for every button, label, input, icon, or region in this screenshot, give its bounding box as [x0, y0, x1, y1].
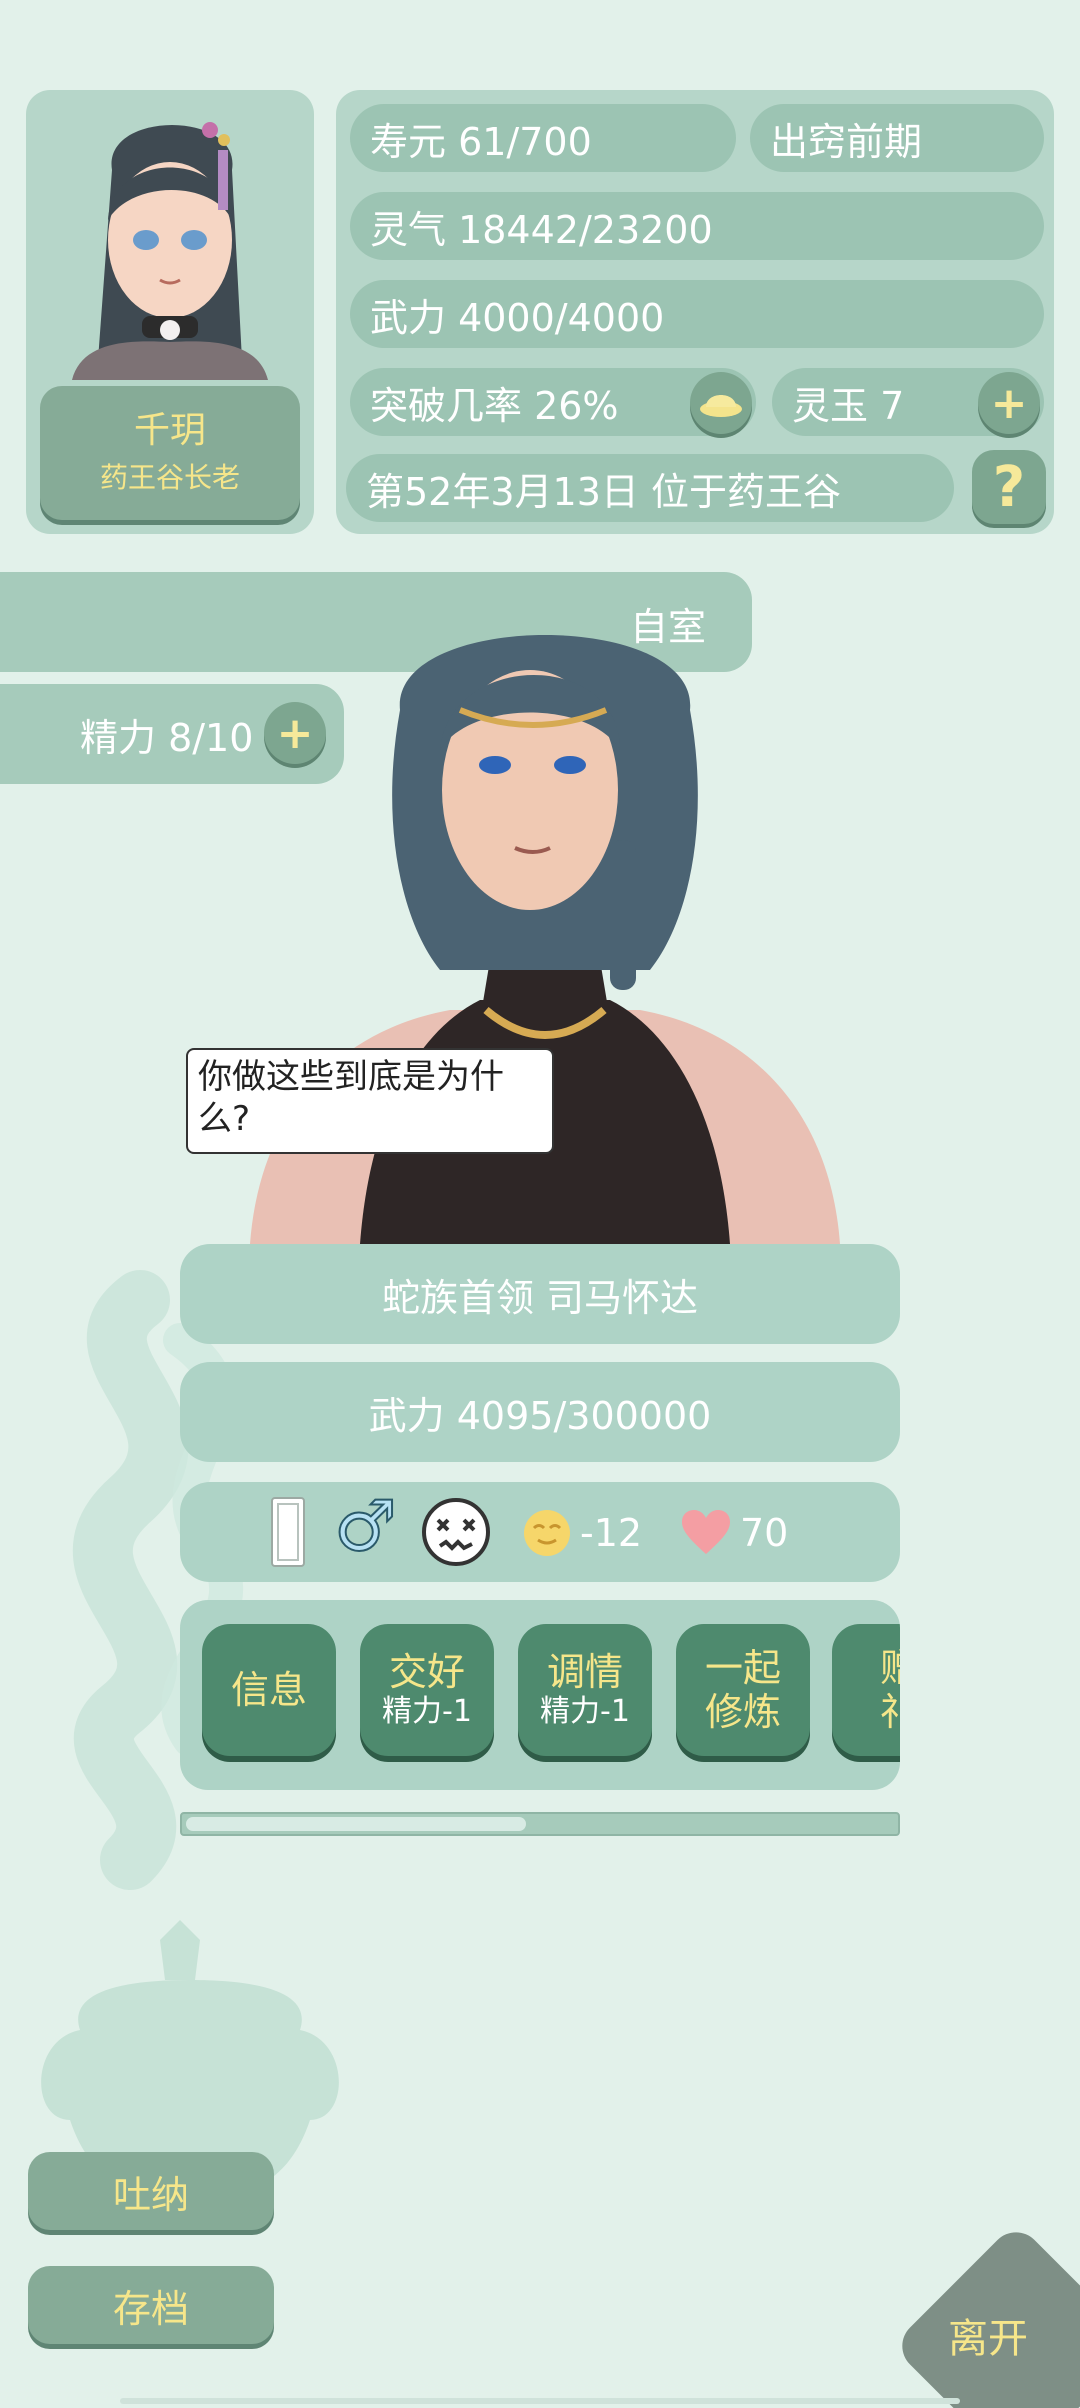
location-label: 自室 [630, 605, 707, 649]
befriend-cost: 精力-1 [382, 1694, 472, 1729]
flirt-cost: 精力-1 [540, 1694, 630, 1729]
help-icon: ? [992, 454, 1026, 520]
info-label: 信息 [230, 1668, 307, 1712]
npc-name-plate: 蛇族首领 司马怀达 [180, 1244, 900, 1344]
actions-scrollbar[interactable] [180, 1812, 900, 1836]
player-card: 千玥 药王谷长老 [26, 90, 314, 534]
flirt-label: 调情 [546, 1650, 623, 1694]
player-title: 药王谷长老 [99, 461, 240, 494]
dialogue-text: 你做这些到底是为什么? [198, 1057, 504, 1139]
gift-button[interactable]: 赠 礼 [832, 1624, 900, 1756]
leave-button[interactable]: 离开 [900, 2230, 1080, 2408]
breakthrough-label: 突破几率 26% [370, 383, 619, 428]
dialogue-bubble: 你做这些到底是为什么? [186, 1048, 554, 1154]
cultivate-together-button[interactable]: 一起 修炼 [676, 1624, 810, 1756]
cultivate-label-1: 一起 [704, 1646, 781, 1690]
add-energy-button[interactable]: + [264, 702, 326, 764]
jade-label: 灵玉 7 [792, 383, 905, 428]
player-avatar [72, 122, 268, 380]
help-button[interactable]: ? [972, 450, 1046, 524]
talisman-icon [271, 1497, 305, 1567]
pill-icon [700, 395, 742, 417]
plus-icon: + [276, 707, 314, 759]
leave-label: 离开 [948, 2316, 1028, 2362]
mood-face-icon [524, 1510, 570, 1556]
info-button[interactable]: 信息 [202, 1624, 336, 1756]
add-jade-button[interactable]: + [978, 372, 1040, 434]
breathe-button[interactable]: 吐纳 [28, 2152, 274, 2230]
realm-stat: 出窍前期 [750, 104, 1044, 172]
spirit-stat: 灵气 18442/23200 [350, 192, 1044, 260]
dizzy-face-icon [422, 1498, 490, 1566]
befriend-button[interactable]: 交好 精力-1 [360, 1624, 494, 1756]
energy-label: 精力 8/10 [80, 715, 254, 760]
male-icon: ♂ [333, 1485, 398, 1567]
date-location: 第52年3月13日 位于药王谷 [346, 454, 954, 522]
bottom-divider [120, 2398, 960, 2404]
befriend-label: 交好 [388, 1650, 465, 1694]
breakthrough-button[interactable] [690, 372, 752, 434]
cultivate-label-2: 修炼 [704, 1690, 781, 1734]
actions-scrollbar-thumb[interactable] [186, 1817, 526, 1831]
actions-panel: 信息 交好 精力-1 调情 精力-1 一起 修炼 赠 礼 [180, 1600, 900, 1790]
gift-label-2: 礼 [879, 1690, 900, 1734]
plus-icon: + [990, 377, 1028, 429]
flirt-button[interactable]: 调情 精力-1 [518, 1624, 652, 1756]
force-stat: 武力 4000/4000 [350, 280, 1044, 348]
gift-label-1: 赠 [879, 1646, 900, 1690]
npc-force-plate: 武力 4095/300000 [180, 1362, 900, 1462]
affection-value: 70 [740, 1511, 789, 1555]
player-name: 千玥 [133, 410, 206, 451]
lifespan-stat: 寿元 61/700 [350, 104, 736, 172]
save-button[interactable]: 存档 [28, 2266, 274, 2344]
player-name-plate[interactable]: 千玥 药王谷长老 [40, 386, 300, 520]
mood-value: -12 [580, 1511, 643, 1555]
heart-icon [682, 1510, 730, 1554]
